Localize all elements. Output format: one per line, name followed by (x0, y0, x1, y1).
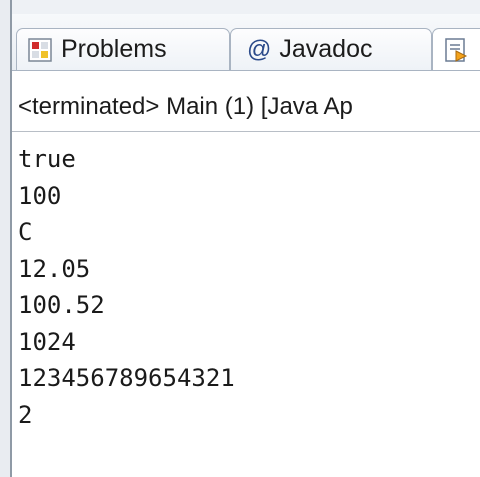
console-output-panel[interactable]: <terminated> Main (1) [Java Ap true 100 … (12, 71, 480, 477)
output-line: 123456789654321 (18, 364, 235, 392)
output-line: C (18, 218, 33, 246)
output-line: 12.05 (18, 254, 91, 283)
tab-problems-label: Problems (61, 35, 167, 63)
console-output: true 100 C 12.05 100.52 1024 12345678965… (18, 141, 235, 433)
tab-javadoc[interactable]: @ Javadoc (230, 28, 432, 70)
tab-problems[interactable]: Problems (16, 28, 230, 70)
tab-bar: Problems @ Javadoc (12, 14, 480, 71)
view-top-strip (12, 0, 480, 15)
output-line: 1024 (18, 327, 76, 356)
output-line: 2 (18, 400, 33, 429)
declaration-icon (443, 37, 469, 63)
output-line: true (18, 145, 76, 173)
console-view: Problems @ Javadoc <terminated> Main (1)… (0, 0, 480, 477)
console-status: <terminated> Main (1) [Java Ap (18, 93, 353, 120)
tab-declaration[interactable] (432, 28, 480, 70)
status-divider (12, 131, 480, 132)
problems-icon (27, 37, 53, 63)
view-left-border (0, 0, 12, 477)
output-line: 100.52 (18, 291, 105, 319)
output-line: 100 (18, 181, 62, 210)
at-icon: @ (247, 35, 272, 63)
tab-javadoc-label: Javadoc (279, 35, 373, 63)
